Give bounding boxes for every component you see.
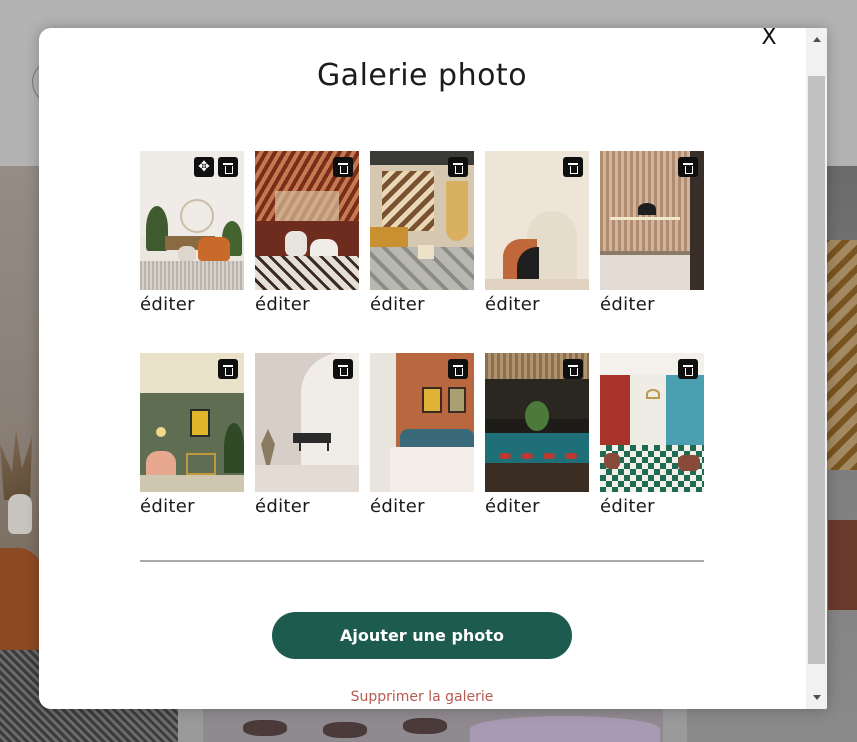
gallery-modal: X Galerie photo ✥ éditer éditer éditer é… [39,28,827,709]
photo-thumbnail[interactable]: ✥ [140,151,244,290]
photo-thumbnail[interactable] [255,353,359,492]
background-vase [8,494,32,534]
photo-thumbnail[interactable] [485,151,589,290]
trash-icon[interactable] [678,359,698,379]
photo-thumbnail[interactable] [255,151,359,290]
photo-thumbnail[interactable] [600,151,704,290]
edit-link[interactable]: éditer [600,496,704,517]
edit-link[interactable]: éditer [485,496,589,517]
gallery-item: éditer [370,353,474,517]
edit-link[interactable]: éditer [255,496,359,517]
gallery-item: éditer [485,353,589,517]
scroll-thumb[interactable] [808,76,825,664]
background-cushion [470,716,660,742]
move-icon[interactable]: ✥ [194,157,214,177]
photo-thumbnail[interactable] [140,353,244,492]
gallery-item: ✥ éditer [140,151,244,315]
edit-link[interactable]: éditer [485,294,589,315]
photo-thumbnail[interactable] [485,353,589,492]
photo-thumbnail[interactable] [370,353,474,492]
gallery-item: éditer [600,353,704,517]
gallery-row: éditer éditer éditer éditer éditer [140,353,715,517]
trash-icon[interactable] [333,359,353,379]
trash-icon[interactable] [448,359,468,379]
vertical-scrollbar[interactable] [806,28,827,709]
edit-link[interactable]: éditer [140,496,244,517]
trash-icon[interactable] [563,157,583,177]
gallery-item: éditer [600,151,704,315]
background-wood-slats [822,240,857,470]
add-photo-button[interactable]: Ajouter une photo [272,612,572,659]
scroll-up-button[interactable] [806,30,827,48]
gallery-item: éditer [485,151,589,315]
photo-thumbnail[interactable] [370,151,474,290]
gallery-item: éditer [140,353,244,517]
divider [140,560,704,562]
background-chair [828,520,857,610]
background-sofa [0,548,42,658]
delete-gallery-link[interactable]: Supprimer la galerie [39,689,805,705]
edit-link[interactable]: éditer [255,294,359,315]
trash-icon[interactable] [218,359,238,379]
scroll-down-button[interactable] [806,688,827,706]
gallery-item: éditer [370,151,474,315]
trash-icon[interactable] [448,157,468,177]
gallery-row: ✥ éditer éditer éditer éditer éditer [140,151,715,315]
trash-icon[interactable] [218,157,238,177]
trash-icon[interactable] [563,359,583,379]
modal-title: Galerie photo [316,58,528,93]
gallery-item: éditer [255,151,359,315]
gallery-item: éditer [255,353,359,517]
edit-link[interactable]: éditer [370,294,474,315]
edit-link[interactable]: éditer [140,294,244,315]
edit-link[interactable]: éditer [600,294,704,315]
trash-icon[interactable] [333,157,353,177]
trash-icon[interactable] [678,157,698,177]
edit-link[interactable]: éditer [370,496,474,517]
close-button[interactable]: X [756,28,782,50]
photo-thumbnail[interactable] [600,353,704,492]
